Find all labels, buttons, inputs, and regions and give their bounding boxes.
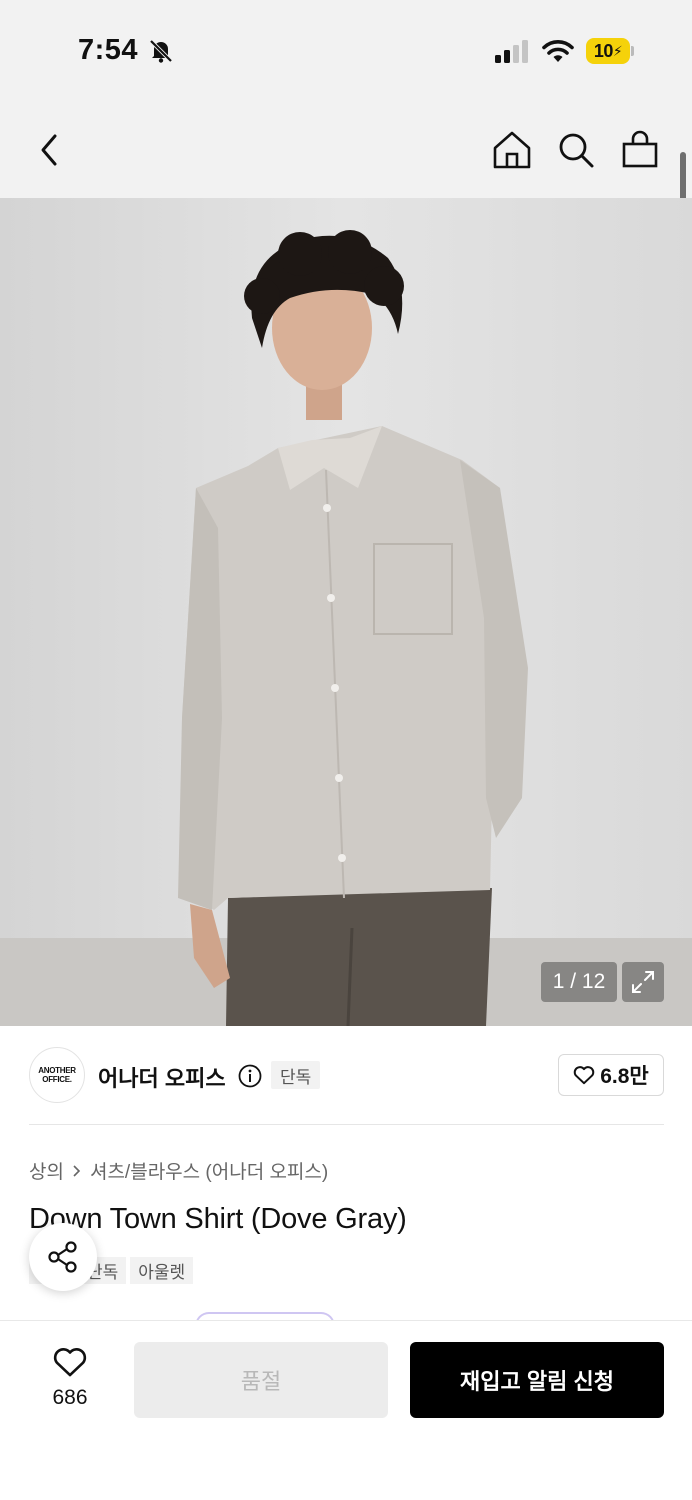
heart-outline-icon xyxy=(573,1066,595,1085)
divider xyxy=(29,1124,664,1125)
breadcrumb: 상의 셔츠/블라우스 (어나더 오피스) xyxy=(29,1157,328,1184)
battery-level: 10 xyxy=(593,40,614,61)
product-image[interactable] xyxy=(0,198,692,1026)
product-like-count: 686 xyxy=(52,1386,88,1409)
tag: 아울렛 xyxy=(130,1257,194,1284)
exclusive-badge: 단독 xyxy=(271,1061,321,1089)
heart-outline-icon xyxy=(53,1348,87,1377)
expand-button[interactable] xyxy=(622,962,664,1002)
share-button[interactable] xyxy=(29,1223,97,1291)
info-icon[interactable] xyxy=(238,1064,262,1088)
status-time: 7:54 xyxy=(78,34,139,66)
brand-like-button[interactable]: 6.8만 xyxy=(558,1054,664,1096)
shopping-bag-icon[interactable] xyxy=(620,130,660,170)
chevron-right-icon xyxy=(73,1164,81,1177)
product-like-button[interactable]: 686 xyxy=(40,1342,100,1412)
expand-icon xyxy=(632,971,654,993)
status-bar: 7:54 10 ⚡ xyxy=(0,0,692,100)
bell-slash-icon xyxy=(149,39,173,63)
share-icon xyxy=(48,1241,77,1273)
soldout-button: 품절 xyxy=(134,1342,388,1418)
product-photo-illustration xyxy=(0,198,692,1026)
wifi-icon xyxy=(542,40,574,62)
battery-charging-icon: 10 ⚡ xyxy=(586,38,634,64)
search-icon[interactable] xyxy=(556,130,596,170)
back-chevron-icon[interactable] xyxy=(30,130,70,170)
breadcrumb-item[interactable]: 상의 xyxy=(29,1157,64,1184)
signal-icon xyxy=(495,40,528,63)
breadcrumb-item[interactable]: 셔츠/블라우스 (어나더 오피스) xyxy=(90,1157,328,1184)
brand-name[interactable]: 어나더 오피스 xyxy=(98,1061,226,1093)
restock-alert-button[interactable]: 재입고 알림 신청 xyxy=(410,1342,664,1418)
brand-like-count: 6.8만 xyxy=(600,1065,649,1088)
home-icon[interactable] xyxy=(492,130,532,170)
image-counter: 1 / 12 xyxy=(541,962,617,1002)
top-nav xyxy=(0,100,692,198)
brand-logo[interactable]: ANOTHER OFFICE. xyxy=(29,1047,85,1103)
